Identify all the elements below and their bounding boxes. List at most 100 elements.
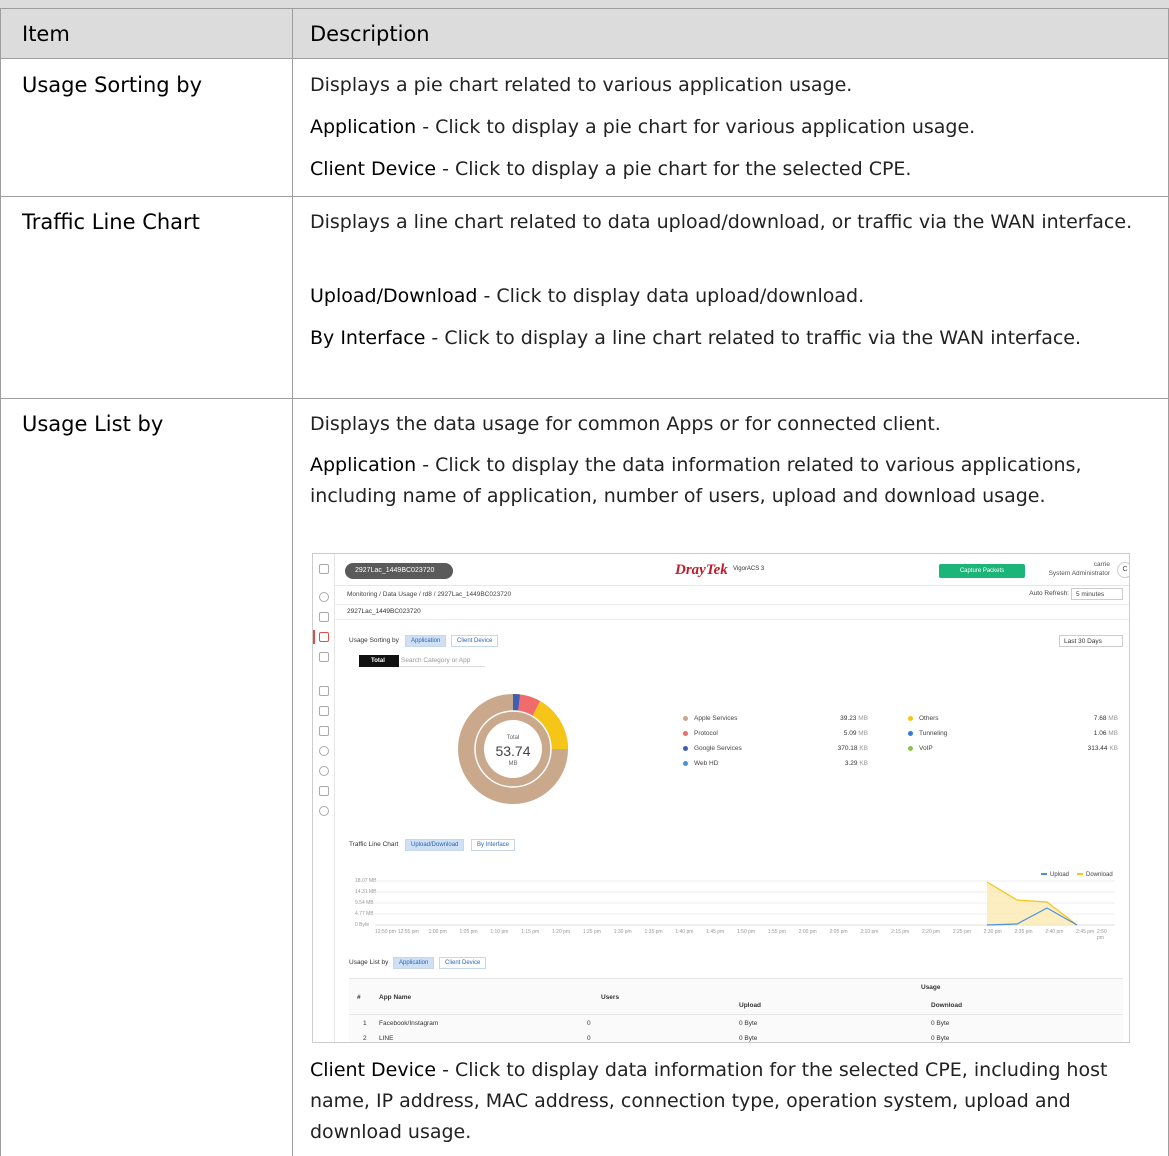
- col-usage: Usage: [921, 984, 941, 991]
- category-search-input[interactable]: Search Category or App: [399, 655, 485, 667]
- x-tick: 1:50 pm: [737, 929, 756, 935]
- x-tick: 12:55 pm: [397, 929, 419, 935]
- row-item-traffic-line-chart: Traffic Line Chart: [22, 210, 200, 234]
- usage-donut-chart: Total 53.74 MB: [458, 693, 569, 804]
- auto-refresh-select[interactable]: 5 minutes: [1071, 588, 1123, 600]
- header-description: Description: [310, 22, 430, 46]
- row2-line1: Displays a line chart related to data up…: [310, 211, 1133, 233]
- user-role: System Administrator: [1048, 570, 1110, 577]
- donut-total-unit: MB: [509, 761, 518, 767]
- gear-icon[interactable]: [319, 766, 329, 776]
- table-row-upload: 0 Byte: [739, 1020, 758, 1027]
- legend-tunneling: Tunneling: [908, 730, 947, 737]
- x-tick: 2:00 pm: [798, 929, 817, 935]
- table-row-users: 0: [587, 1020, 591, 1027]
- col-download[interactable]: Download: [931, 1002, 962, 1009]
- row-item-usage-list: Usage List by: [22, 412, 164, 436]
- auto-refresh-label: Auto Refresh:: [1029, 590, 1069, 597]
- settings-sliders-icon[interactable]: [319, 652, 329, 662]
- table-row-download: 0 Byte: [931, 1020, 950, 1027]
- row2-line3: By Interface - Click to display a line c…: [310, 327, 1082, 349]
- legend-web-hd-value: 3.29 KB: [844, 760, 868, 767]
- monitoring-icon[interactable]: [319, 632, 329, 642]
- legend-apple-services: Apple Services: [683, 715, 737, 722]
- device-selector[interactable]: 2927Lac_1449BC023720: [345, 563, 453, 579]
- y-tick: 0 Byte: [355, 922, 370, 928]
- table-row-users: 0: [587, 1035, 591, 1042]
- x-tick: 2:20 pm: [922, 929, 941, 935]
- total-tag[interactable]: Total: [359, 655, 399, 667]
- traffic-by-interface-tab[interactable]: By Interface: [471, 839, 516, 851]
- menu-icon[interactable]: [319, 564, 329, 574]
- x-tick: 1:30 pm: [613, 929, 632, 935]
- info-icon[interactable]: [319, 806, 329, 816]
- x-tick: 2:10 pm: [860, 929, 879, 935]
- breadcrumb: Monitoring / Data Usage / rd8 / 2927Lac_…: [347, 591, 512, 598]
- x-tick: 2:25 pm: [952, 929, 971, 935]
- report-icon[interactable]: [319, 726, 329, 736]
- x-tick: 2:45 pm: [1076, 929, 1095, 935]
- header-item: Item: [22, 22, 70, 46]
- chart-legend-download: Download: [1077, 872, 1113, 878]
- user-info: carrie System Administrator: [1040, 560, 1110, 578]
- chart-icon[interactable]: [319, 612, 329, 622]
- x-tick: 1:05 pm: [459, 929, 478, 935]
- capture-packets-button[interactable]: Capture Packets: [939, 564, 1025, 578]
- donut-total-value: 53.74: [495, 743, 530, 759]
- row2-line2: Upload/Download - Click to display data …: [310, 285, 865, 307]
- table-row-app: Facebook/Instagram: [379, 1020, 439, 1027]
- legend-apple-services-value: 39.23 MB: [840, 715, 868, 722]
- avatar[interactable]: C: [1117, 562, 1129, 578]
- dashboard-icon[interactable]: [319, 592, 329, 602]
- col-upload[interactable]: Upload: [739, 1002, 761, 1009]
- y-tick: 18.07 MB: [355, 878, 377, 884]
- table-row-num: 2: [363, 1035, 367, 1042]
- side-nav: [313, 554, 335, 1042]
- x-tick: 1:25 pm: [582, 929, 601, 935]
- table-row-upload: 0 Byte: [739, 1035, 758, 1042]
- x-tick: 1:00 pm: [428, 929, 447, 935]
- traffic-line-chart-label: Traffic Line Chart: [349, 841, 399, 848]
- x-tick: 1:35 pm: [644, 929, 663, 935]
- document-table: Item Description Usage Sorting by Displa…: [0, 0, 1169, 1156]
- period-select[interactable]: Last 30 Days: [1059, 635, 1123, 647]
- list-icon[interactable]: [319, 706, 329, 716]
- legend-google-services: Google Services: [683, 745, 742, 752]
- col-users[interactable]: Users: [601, 994, 619, 1001]
- traffic-upload-download-tab[interactable]: Upload/Download: [405, 839, 465, 851]
- table-row-num: 1: [363, 1020, 367, 1027]
- legend-others: Others: [908, 715, 939, 722]
- usage-list-table: [349, 978, 1123, 1042]
- list-client-device-tab[interactable]: Client Device: [439, 957, 487, 969]
- wrench-icon[interactable]: [319, 686, 329, 696]
- row1-line1: Displays a pie chart related to various …: [310, 74, 853, 96]
- legend-web-hd: Web HD: [683, 760, 718, 767]
- x-tick: 2:15 pm: [891, 929, 910, 935]
- draytek-logo: DrayTek: [675, 562, 728, 578]
- row-item-usage-sorting: Usage Sorting by: [22, 73, 203, 97]
- x-tick: 2:50 pm: [1097, 929, 1107, 941]
- x-tick: 2:40 pm: [1045, 929, 1064, 935]
- globe-icon[interactable]: [319, 746, 329, 756]
- chart-legend-upload: Upload: [1041, 872, 1069, 878]
- sorting-client-device-tab[interactable]: Client Device: [451, 635, 499, 647]
- x-tick: 1:55 pm: [767, 929, 786, 935]
- row1-line2: Application - Click to display a pie cha…: [310, 116, 976, 138]
- x-tick: 2:30 pm: [983, 929, 1002, 935]
- sorting-application-tab[interactable]: Application: [405, 635, 447, 647]
- row3-line3: Client Device - Click to display data in…: [310, 1059, 1108, 1143]
- x-tick: 1:45 pm: [706, 929, 725, 935]
- x-tick: 2:35 pm: [1014, 929, 1033, 935]
- list-application-tab[interactable]: Application: [393, 957, 435, 969]
- device-name: 2927Lac_1449BC023720: [335, 604, 1129, 620]
- legend-voip-value: 313.44 KB: [1087, 745, 1118, 752]
- embedded-screenshot: 2927Lac_1449BC023720 DrayTek VigorACS 3 …: [312, 553, 1130, 1043]
- col-app-name[interactable]: App Name: [379, 994, 411, 1001]
- x-tick: 1:40 pm: [675, 929, 694, 935]
- legend-protocol-value: 5.09 MB: [843, 730, 868, 737]
- users-icon[interactable]: [319, 786, 329, 796]
- table-row-download: 0 Byte: [931, 1035, 950, 1042]
- x-tick: 1:15 pm: [521, 929, 540, 935]
- legend-others-value: 7.68 MB: [1093, 715, 1118, 722]
- col-num[interactable]: #: [357, 994, 361, 1001]
